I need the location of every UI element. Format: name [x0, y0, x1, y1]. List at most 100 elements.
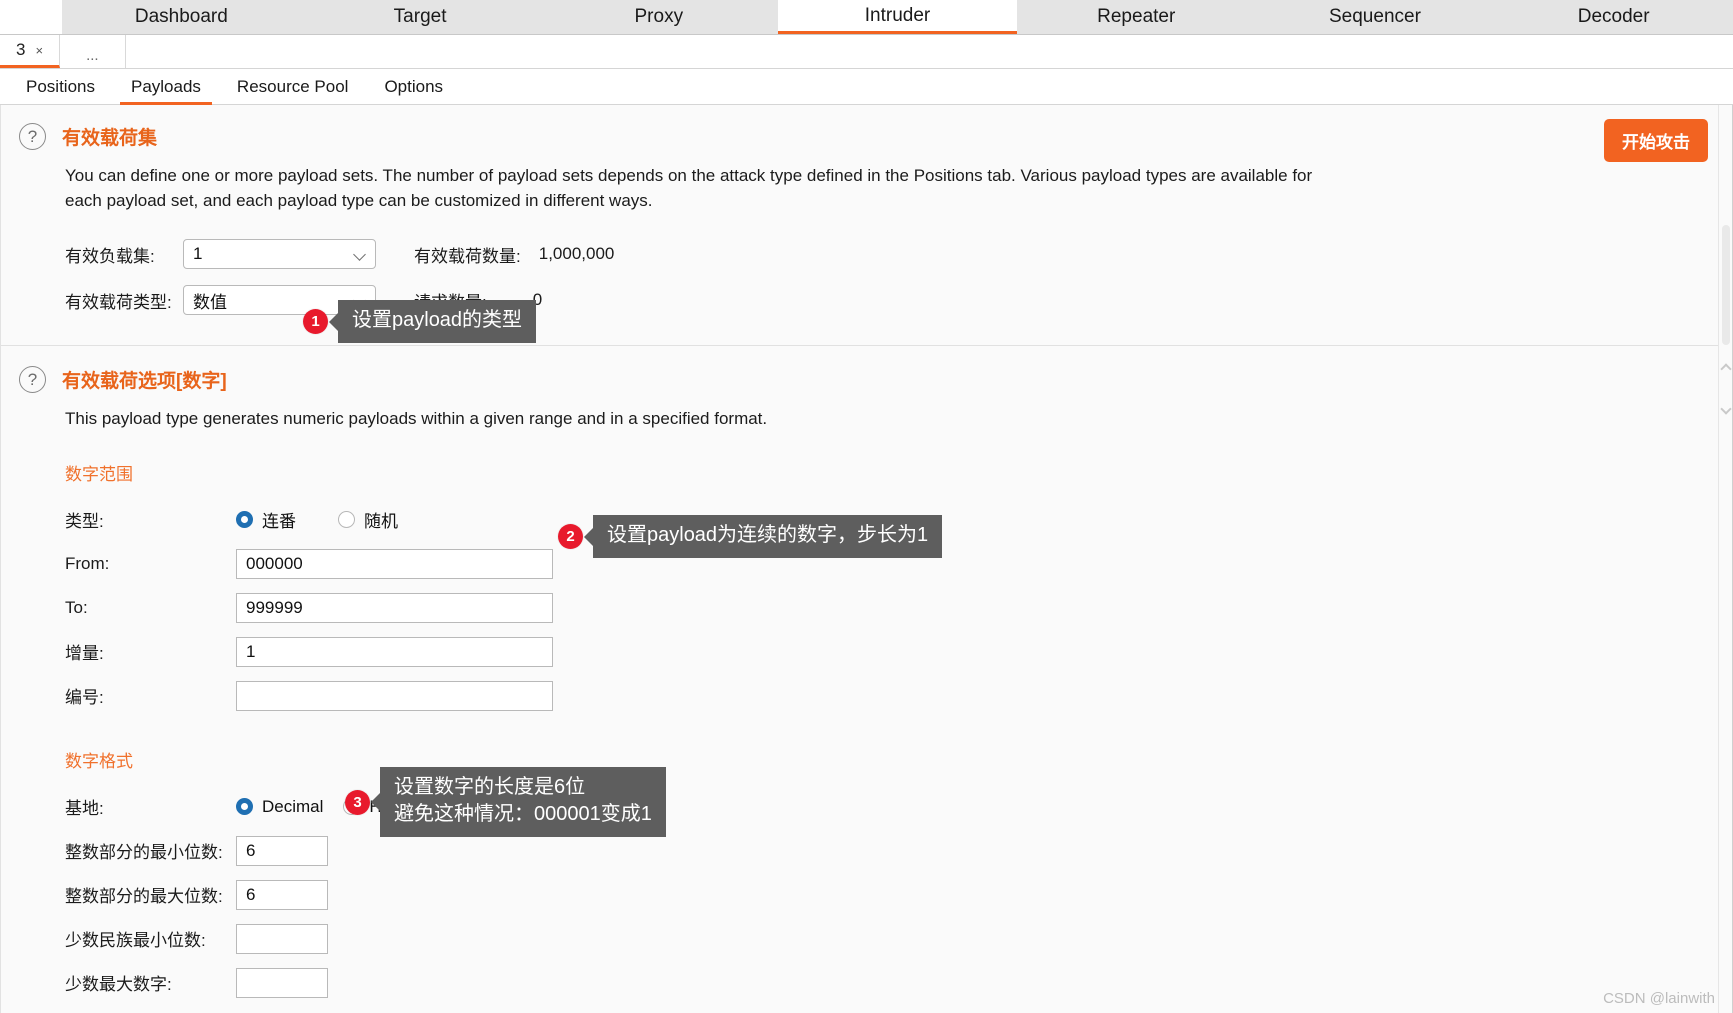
range-step-input[interactable]: [236, 637, 553, 667]
tab-target[interactable]: Target: [301, 0, 540, 34]
radio-decimal-label: Decimal: [262, 797, 323, 817]
start-attack-button[interactable]: 开始攻击: [1604, 119, 1708, 162]
tab-sequencer-label: Sequencer: [1329, 6, 1421, 28]
attack-tab-more-label: ...: [86, 47, 99, 64]
number-range-heading: 数字范围: [65, 460, 1732, 485]
tab-dashboard-label: Dashboard: [135, 6, 228, 28]
callout-3-badge: 3: [345, 790, 370, 815]
range-type-label: 类型:: [65, 507, 236, 532]
subtab-options-label: Options: [384, 77, 443, 96]
callout-3: 3 设置数字的长度是6位 避免这种情况：000001变成1: [345, 767, 666, 837]
min-int-digits-label: 整数部分的最小位数:: [65, 838, 236, 863]
payload-sets-description: You can define one or more payload sets.…: [1, 164, 1521, 213]
payload-sets-header: ? 有效载荷集: [1, 123, 1732, 150]
tab-dashboard[interactable]: Dashboard: [62, 0, 301, 34]
tab-intruder[interactable]: Intruder: [778, 0, 1017, 34]
subtab-positions[interactable]: Positions: [12, 69, 109, 105]
payload-set-row: 有效负载集: 1 有效载荷数量: 1,000,000: [65, 235, 1732, 273]
max-frac-digits-row: 少数最大数字:: [65, 964, 1732, 1002]
range-to-row: To:: [65, 589, 1732, 627]
max-frac-digits-label: 少数最大数字:: [65, 970, 236, 995]
scroll-down-icon[interactable]: [1720, 403, 1731, 414]
tab-repeater[interactable]: Repeater: [1017, 0, 1256, 34]
radio-sequential[interactable]: 连番: [236, 507, 296, 532]
tab-intruder-label: Intruder: [865, 5, 930, 27]
subtab-resource-pool-label: Resource Pool: [237, 77, 349, 96]
chevron-down-icon: [353, 248, 366, 261]
subtab-positions-label: Positions: [26, 77, 95, 96]
close-icon[interactable]: ×: [35, 43, 43, 58]
min-int-digits-input[interactable]: [236, 836, 328, 866]
tab-decoder-label: Decoder: [1578, 6, 1650, 28]
tab-sequencer[interactable]: Sequencer: [1256, 0, 1495, 34]
payload-set-label: 有效负载集:: [65, 242, 183, 267]
help-icon[interactable]: ?: [19, 123, 46, 150]
payload-sets-title: 有效载荷集: [62, 123, 157, 150]
scroll-up-icon[interactable]: [1720, 363, 1731, 374]
watermark: CSDN @lainwith: [1603, 990, 1715, 1007]
range-from-input[interactable]: [236, 549, 553, 579]
range-step-label: 增量:: [65, 639, 236, 664]
range-from-label: From:: [65, 554, 236, 574]
range-to-input[interactable]: [236, 593, 553, 623]
base-row: 基地: Decimal Hex: [65, 788, 1732, 826]
radio-sequential-label: 连番: [262, 507, 296, 532]
base-label: 基地:: [65, 794, 236, 819]
tab-target-label: Target: [394, 6, 447, 28]
max-frac-digits-input[interactable]: [236, 968, 328, 998]
payloads-panel: 开始攻击 ? 有效载荷集 You can define one or more …: [0, 105, 1733, 1013]
range-howmany-row: 编号:: [65, 677, 1732, 715]
vertical-scrollbar[interactable]: [1718, 105, 1732, 1013]
radio-random-label: 随机: [364, 507, 398, 532]
number-format-heading: 数字格式: [65, 747, 1732, 772]
tab-proxy[interactable]: Proxy: [539, 0, 778, 34]
callout-1: 1 设置payload的类型: [303, 300, 536, 343]
min-frac-digits-input[interactable]: [236, 924, 328, 954]
payload-set-value: 1: [193, 244, 202, 264]
subtab-payloads-label: Payloads: [131, 77, 201, 96]
min-frac-digits-label: 少数民族最小位数:: [65, 926, 236, 951]
payload-count-label: 有效载荷数量:: [414, 242, 521, 267]
help-icon[interactable]: ?: [19, 366, 46, 393]
range-howmany-label: 编号:: [65, 683, 236, 708]
tab-spacer: [0, 0, 62, 34]
radio-decimal[interactable]: Decimal: [236, 797, 323, 817]
payload-options-description: This payload type generates numeric payl…: [1, 407, 1521, 432]
max-int-digits-input[interactable]: [236, 880, 328, 910]
max-int-digits-row: 整数部分的最大位数:: [65, 876, 1732, 914]
scrollbar-thumb[interactable]: [1722, 225, 1730, 345]
radio-random[interactable]: 随机: [338, 507, 398, 532]
callout-2: 2 设置payload为连续的数字，步长为1: [558, 515, 942, 558]
payload-type-label: 有效载荷类型:: [65, 288, 183, 313]
range-to-label: To:: [65, 598, 236, 618]
payload-options-title: 有效载荷选项[数字]: [62, 366, 227, 393]
radio-sequential-dot: [236, 511, 253, 528]
attack-tab-label: 3: [16, 40, 25, 60]
min-int-digits-row: 整数部分的最小位数:: [65, 832, 1732, 870]
sub-tab-bar: Positions Payloads Resource Pool Options: [0, 69, 1733, 105]
attack-tab-3[interactable]: 3 ×: [0, 35, 60, 68]
callout-3-text: 设置数字的长度是6位 避免这种情况：000001变成1: [380, 767, 666, 837]
subtab-payloads[interactable]: Payloads: [117, 69, 215, 105]
subtab-resource-pool[interactable]: Resource Pool: [223, 69, 363, 105]
payload-count-value: 1,000,000: [539, 244, 615, 264]
payload-type-value: 数值: [193, 288, 227, 313]
tab-repeater-label: Repeater: [1097, 6, 1175, 28]
subtab-options[interactable]: Options: [370, 69, 457, 105]
main-tab-bar: Dashboard Target Proxy Intruder Repeater…: [0, 0, 1733, 35]
range-howmany-input[interactable]: [236, 681, 553, 711]
payload-options-header: ? 有效载荷选项[数字]: [1, 366, 1732, 393]
attack-tab-bar: 3 × ...: [0, 35, 1733, 69]
callout-1-badge: 1: [303, 309, 328, 334]
callout-2-text: 设置payload为连续的数字，步长为1: [593, 515, 942, 558]
max-int-digits-label: 整数部分的最大位数:: [65, 882, 236, 907]
radio-random-dot: [338, 511, 355, 528]
payload-set-select[interactable]: 1: [183, 239, 376, 269]
tab-decoder[interactable]: Decoder: [1494, 0, 1733, 34]
callout-1-text: 设置payload的类型: [338, 300, 536, 343]
callout-2-badge: 2: [558, 524, 583, 549]
range-step-row: 增量:: [65, 633, 1732, 671]
radio-decimal-dot: [236, 798, 253, 815]
attack-tab-more[interactable]: ...: [60, 35, 126, 68]
burp-intruder-window: Dashboard Target Proxy Intruder Repeater…: [0, 0, 1733, 1013]
